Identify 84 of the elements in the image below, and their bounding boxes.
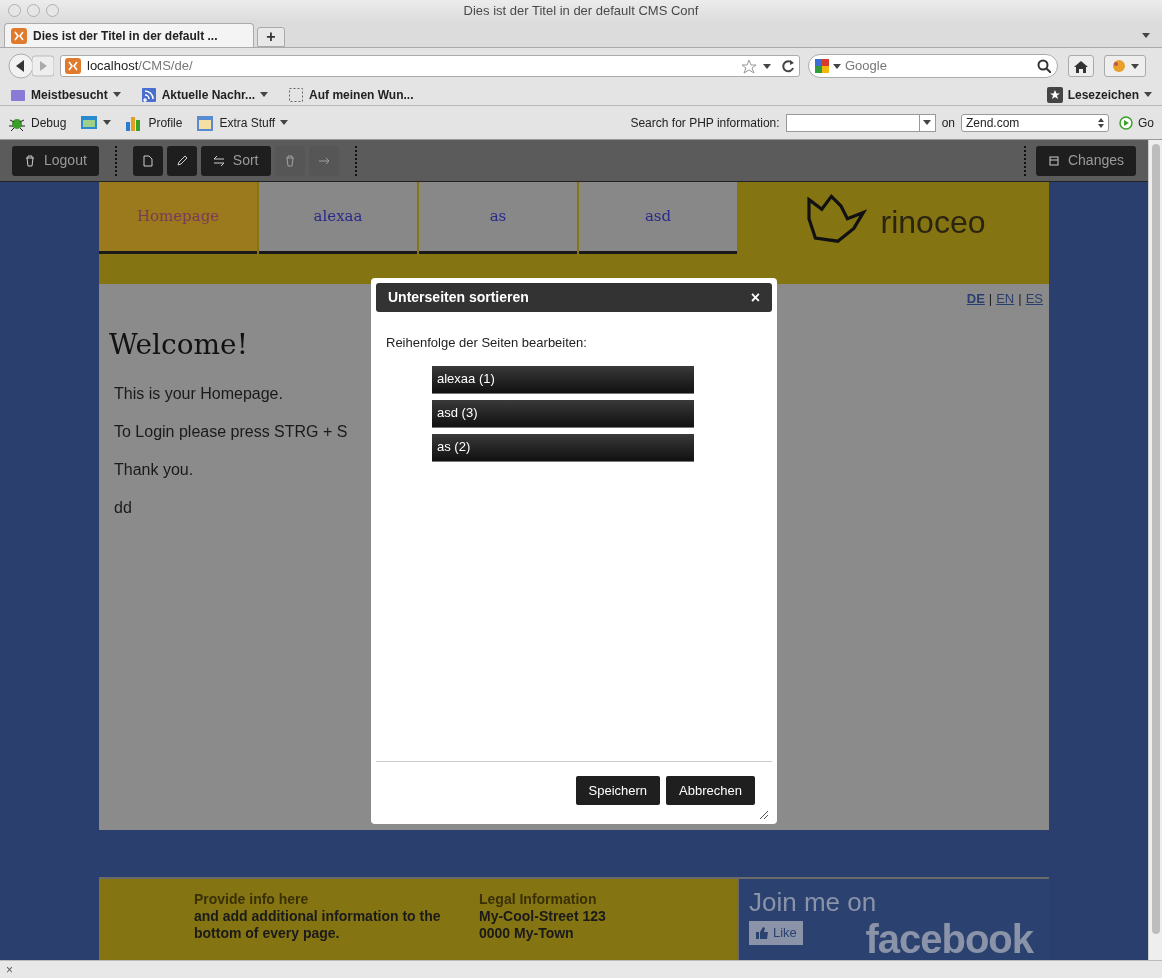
paragraph-text: To Login please press STRG + S [114, 422, 349, 442]
bookmark-item[interactable]: Aktuelle Nachr... [140, 85, 269, 104]
toolbar-item[interactable] [80, 113, 112, 132]
search-label: Search for PHP information: [630, 114, 780, 132]
facebook-join-text: Join me on [749, 887, 878, 917]
sortable-item[interactable]: as (2) [432, 433, 694, 462]
pencil-icon [175, 154, 188, 167]
footer-text: 0000 My-Town [479, 925, 575, 942]
home-icon [1074, 59, 1088, 73]
php-search-field[interactable] [785, 113, 936, 132]
sortable-item[interactable]: asd (3) [432, 399, 694, 428]
sortable-item[interactable]: alexaa (1) [432, 365, 694, 394]
swap-icon [212, 154, 225, 167]
facebook-wordmark: facebook [865, 916, 1033, 963]
instruction-text: Reihenfolge der Seiten bearbeiten: [386, 334, 588, 352]
close-button[interactable]: × [6, 963, 13, 976]
new-tab-button[interactable]: + [257, 27, 285, 47]
logo-text: rinoceo [880, 203, 986, 242]
close-button[interactable]: × [750, 289, 760, 306]
on-label: on [941, 114, 955, 132]
dialog-title: Unterseiten sortieren [388, 288, 530, 307]
cms-button[interactable]: Sort [200, 145, 271, 176]
trash-icon [283, 154, 296, 167]
thumbs-up-icon [755, 926, 769, 940]
caret-icon[interactable] [763, 63, 771, 69]
caret-icon[interactable] [112, 92, 121, 97]
caret-icon[interactable] [923, 120, 932, 125]
dialog-button[interactable]: Speichern [575, 776, 661, 805]
calendar-icon [196, 113, 215, 132]
page-heading: Welcome! [109, 327, 248, 363]
site-select[interactable]: Zend.com [961, 113, 1109, 132]
page-icon [288, 86, 305, 103]
dialog-button[interactable]: Abbrechen [666, 776, 755, 805]
caret-icon[interactable] [1142, 33, 1150, 38]
trash-icon [24, 154, 36, 167]
reload-icon[interactable] [781, 59, 795, 73]
toolbar-item[interactable]: Debug [8, 113, 67, 132]
cms-button[interactable] [166, 145, 197, 176]
paragraph-text: dd [114, 498, 133, 518]
star-icon[interactable] [741, 58, 757, 74]
bookmark-item[interactable]: Auf meinen Wun... [288, 85, 414, 104]
toolbar-item[interactable]: Profile [125, 113, 183, 132]
separator-text: | [988, 290, 993, 308]
caret-icon[interactable] [260, 92, 269, 97]
home-button[interactable] [1068, 55, 1094, 77]
page-icon [141, 154, 154, 167]
bookmarks-menu[interactable]: Lesezeichen [1046, 85, 1152, 104]
extension-button[interactable] [1104, 55, 1146, 77]
window-title: Dies ist der Titel in der default CMS Conf [463, 2, 699, 21]
changes-button[interactable]: Changes [1035, 145, 1136, 176]
cms-button[interactable]: Logout [12, 145, 99, 176]
feed-icon [140, 86, 157, 103]
cms-button[interactable] [132, 145, 163, 176]
resize-grip-icon[interactable] [758, 809, 770, 821]
search-field[interactable]: Google [808, 54, 1058, 78]
toolbar-item[interactable]: Extra Stuff [196, 113, 289, 132]
play-icon [1119, 115, 1133, 130]
search-input[interactable]: Google [845, 56, 1033, 76]
updown-icon [1098, 117, 1104, 128]
image-icon [80, 113, 99, 132]
caret-icon[interactable] [833, 63, 841, 69]
browser-tab[interactable]: Dies ist der Titel in der default ... [4, 23, 254, 47]
footer-title: Provide info here [194, 891, 310, 908]
address-field[interactable]: localhost/CMS/de/ [60, 55, 800, 77]
caret-icon[interactable] [280, 120, 289, 125]
url-text: localhost/CMS/de/ [87, 57, 194, 76]
search-icon[interactable] [1037, 59, 1051, 73]
caret-icon[interactable] [1131, 63, 1139, 69]
paragraph-text: This is your Homepage. [114, 384, 284, 404]
save-icon [1047, 154, 1060, 167]
bookmark-item[interactable]: Meistbesucht [10, 85, 121, 104]
favicon-icon [65, 58, 81, 74]
scrollbar-thumb[interactable] [1151, 144, 1160, 934]
caret-icon[interactable] [103, 120, 112, 125]
bug-icon [1111, 58, 1127, 74]
footer-title: Legal Information [479, 891, 598, 908]
favicon-icon [11, 27, 27, 44]
separator-text: | [1018, 290, 1022, 308]
back-icon[interactable] [8, 53, 34, 79]
footer-text: and add additional information to the bottom of every page. [194, 908, 442, 942]
go-button[interactable]: Go [1119, 113, 1154, 132]
footer-text: My-Cool-Street 123 [479, 908, 606, 925]
caret-icon[interactable] [1144, 92, 1152, 97]
paragraph-text: Thank you. [114, 460, 195, 480]
